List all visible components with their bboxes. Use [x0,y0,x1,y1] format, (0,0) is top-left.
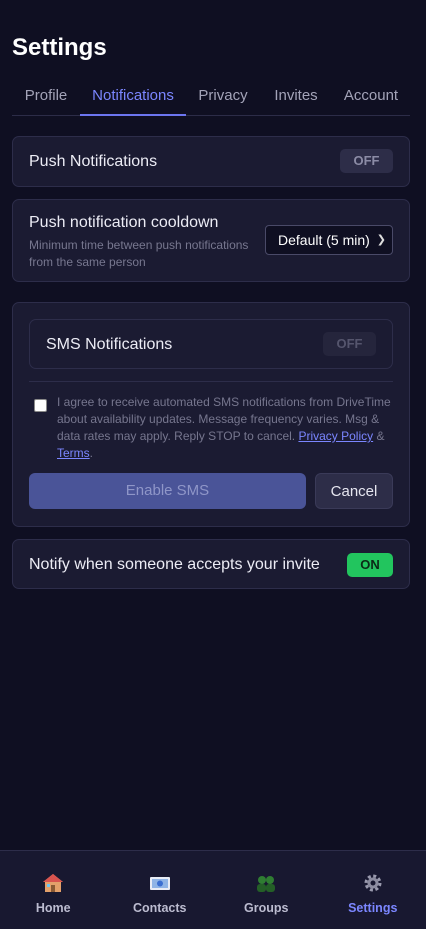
consent-period: . [89,446,94,460]
consent-ampersand: & [373,429,385,443]
push-notifications-label: Push Notifications [29,153,158,170]
nav-contacts[interactable]: Contacts [107,851,214,929]
tab-privacy[interactable]: Privacy [186,80,260,116]
sms-consent-checkbox[interactable] [34,399,47,412]
consent-line-2: about availability updates. Message freq… [57,412,380,426]
groups-icon [257,876,276,892]
privacy-policy-link[interactable]: Privacy Policy [298,429,373,443]
nav-settings[interactable]: Settings [320,851,426,929]
invite-notify-label: Notify when someone accepts your invite [29,556,320,573]
chevron-down-icon: ❯ [376,234,386,246]
terms-link[interactable]: Terms [57,446,90,460]
sms-notifications-label: SMS Notifications [46,336,173,353]
nav-groups-label: Groups [244,901,289,915]
invite-notify-toggle[interactable]: ON [347,553,393,577]
consent-line-3: data rates may apply. Reply STOP to canc… [57,428,397,445]
tab-invites[interactable]: Invites [260,80,332,116]
nav-home[interactable]: Home [0,851,107,929]
sms-consent-text: I agree to receive automated SMS notific… [57,394,397,462]
nav-groups[interactable]: Groups [213,851,320,929]
gear-icon [364,874,382,892]
consent-line-4: Terms. [57,445,397,462]
contacts-icon [149,877,170,890]
tab-profile[interactable]: Profile [12,80,80,116]
tab-notifications[interactable]: Notifications [80,80,186,116]
nav-settings-label: Settings [348,901,398,915]
page-title: Settings [12,34,107,61]
cooldown-description-line1: Minimum time between push notifications [29,238,249,252]
push-notifications-toggle[interactable]: OFF [340,149,393,173]
nav-contacts-label: Contacts [133,901,187,915]
consent-line-3-text: data rates may apply. Reply STOP to canc… [57,429,299,443]
nav-home-label: Home [35,901,71,915]
consent-line-1: I agree to receive automated SMS notific… [57,395,391,409]
push-notifications-card: Push Notifications OFF [12,136,410,187]
cooldown-description-line2: from the same person [29,255,146,269]
sms-card: SMS Notifications OFF I agree to receive… [12,302,410,527]
invite-notify-card: Notify when someone accepts your invite … [12,539,410,589]
enable-sms-button[interactable]: Enable SMS [29,473,306,509]
cooldown-select-value: Default (5 min) [278,232,370,248]
sms-toggle-row: SMS Notifications OFF [29,319,393,369]
home-icon [43,874,64,892]
settings-tabs: Profile Notifications Privacy Invites Ac… [12,80,410,116]
tab-account[interactable]: Account [332,80,410,116]
cooldown-card: Push notification cooldown Minimum time … [12,199,410,282]
cancel-button[interactable]: Cancel [315,473,393,509]
divider [29,381,393,382]
cooldown-select[interactable]: Default (5 min) ❯ [265,225,393,255]
cooldown-label: Push notification cooldown [29,214,219,231]
sms-notifications-toggle[interactable]: OFF [323,332,376,356]
bottom-nav: Home Contacts Groups Settings [0,850,426,929]
